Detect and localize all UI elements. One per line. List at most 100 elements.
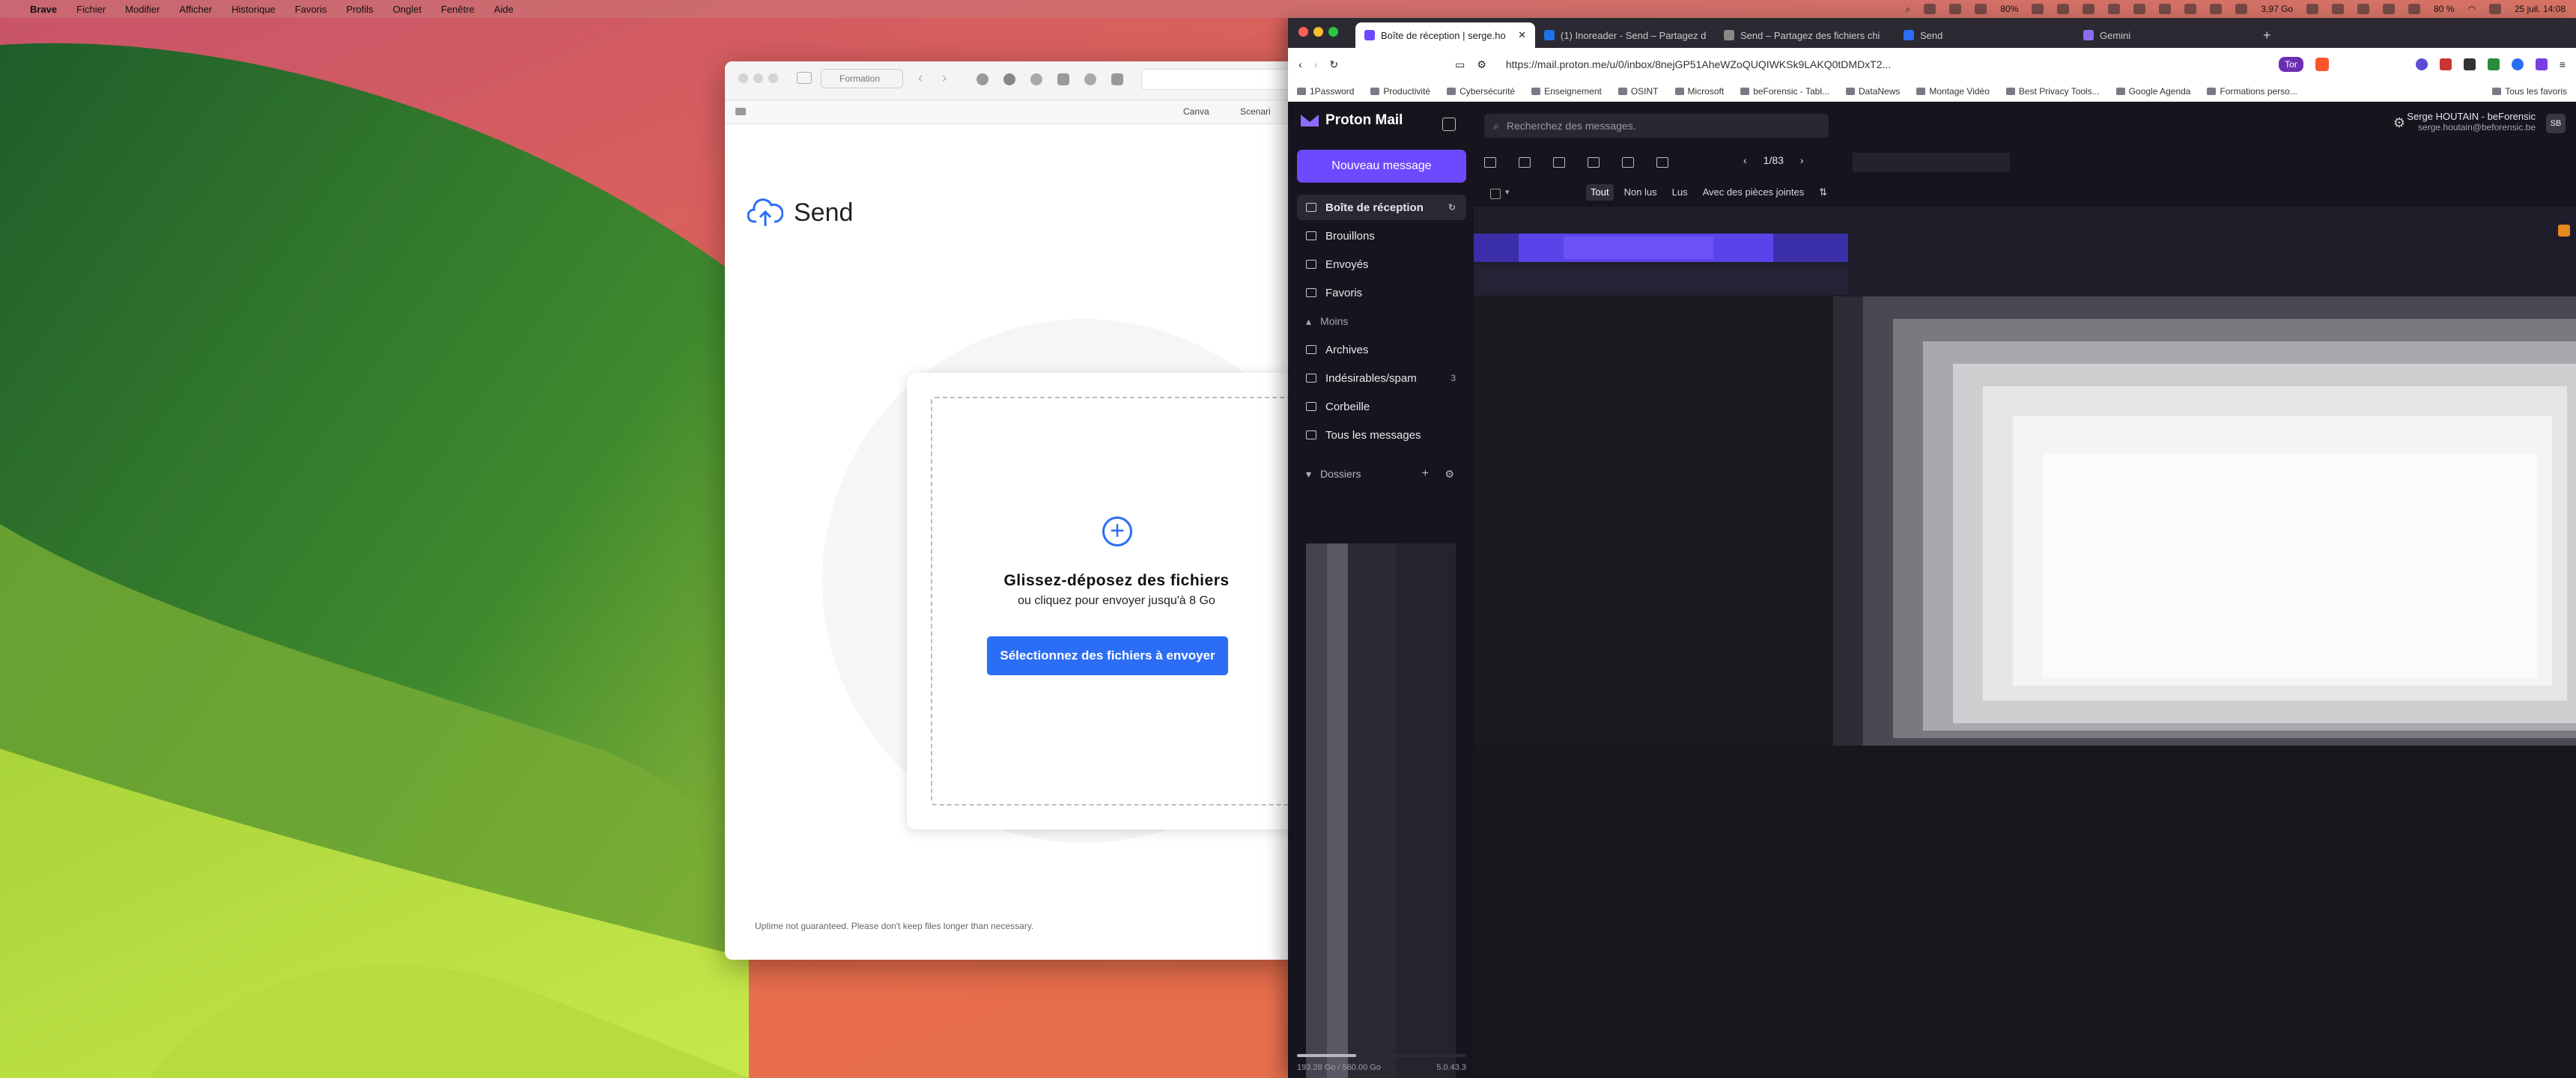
- search-input[interactable]: ⌕ Recherchez des messages.: [1484, 114, 1829, 138]
- address-field[interactable]: [1141, 69, 1294, 90]
- extension-icon[interactable]: [1111, 73, 1123, 85]
- menu-item-onglet[interactable]: Onglet: [393, 4, 422, 15]
- menu-item-historique[interactable]: Historique: [231, 4, 276, 15]
- close-tab-icon[interactable]: ✕: [1518, 29, 1526, 41]
- back-icon[interactable]: ‹: [918, 70, 923, 86]
- sort-icon[interactable]: ⇅: [1814, 184, 1832, 201]
- control-center-icon[interactable]: [2488, 4, 2501, 14]
- user-menu[interactable]: Serge HOUTAIN - beForensic serge.houtain…: [2407, 111, 2536, 133]
- menu-item-modifier[interactable]: Modifier: [125, 4, 160, 15]
- bookmark-folder[interactable]: Cybersécurité: [1447, 86, 1515, 97]
- battery-percent[interactable]: 80 %: [2434, 4, 2454, 14]
- sidebar-item-starred[interactable]: Favoris: [1297, 280, 1466, 305]
- extensions-icon[interactable]: [2487, 58, 2500, 70]
- archive-icon[interactable]: [1553, 157, 1565, 168]
- sidebar-item-less[interactable]: ▴ Moins: [1297, 308, 1466, 334]
- extension-icon[interactable]: [1084, 73, 1096, 85]
- next-page-icon[interactable]: ›: [1800, 154, 1804, 166]
- select-files-button[interactable]: Sélectionnez des fichiers à envoyer: [987, 636, 1228, 675]
- spam-icon[interactable]: [1588, 157, 1600, 168]
- url-field[interactable]: https://mail.proton.me/u/0/inbox/8nejGP5…: [1498, 52, 2267, 76]
- bookmark-1password[interactable]: 1Password: [1297, 86, 1354, 97]
- sidebar-item-inbox[interactable]: Boîte de réception ↻: [1297, 195, 1466, 220]
- menu-item-aide[interactable]: Aide: [494, 4, 514, 15]
- filter-unread[interactable]: Non lus: [1620, 184, 1662, 201]
- add-icon[interactable]: +: [1102, 517, 1132, 546]
- brave-shields-icon[interactable]: [2315, 58, 2329, 71]
- filter-attachments[interactable]: Avec des pièces jointes: [1698, 184, 1809, 201]
- mark-read-icon[interactable]: [1484, 157, 1496, 168]
- close-window-button[interactable]: [738, 73, 748, 83]
- forward-icon[interactable]: ›: [1314, 58, 1318, 70]
- tray-icon[interactable]: [2383, 4, 2396, 14]
- sidebar-item-sent[interactable]: Envoyés: [1297, 252, 1466, 277]
- tray-icon[interactable]: [2108, 4, 2121, 14]
- minimize-window-button[interactable]: [753, 73, 763, 83]
- send-logo[interactable]: Send: [747, 198, 853, 228]
- bookmark-folder[interactable]: Formations perso...: [2207, 86, 2297, 97]
- extension-icon[interactable]: [1003, 73, 1015, 85]
- tray-icon[interactable]: [2408, 4, 2421, 14]
- bookmark-privacy-tools[interactable]: Best Privacy Tools...: [2005, 86, 2100, 97]
- extension-icon[interactable]: [976, 73, 988, 85]
- tray-icon[interactable]: [2032, 4, 2044, 14]
- sidebar-toggle-icon[interactable]: [797, 72, 812, 84]
- tray-icon[interactable]: [2357, 4, 2370, 14]
- bookmark-folder[interactable]: Productivité: [1370, 86, 1430, 97]
- menu-item-fichier[interactable]: Fichier: [76, 4, 106, 15]
- chevron-down-icon[interactable]: ▾: [1505, 187, 1510, 197]
- notification-icon[interactable]: [2558, 225, 2570, 237]
- menu-item-favoris[interactable]: Favoris: [295, 4, 327, 15]
- memory-usage[interactable]: 3,97 Go: [2261, 4, 2293, 14]
- extensions-icon[interactable]: [2415, 58, 2428, 70]
- tab-proton-inbox[interactable]: Boîte de réception | serge.ho ✕: [1355, 22, 1535, 48]
- extension-icon[interactable]: [1030, 73, 1042, 85]
- spotlight-icon[interactable]: ⌕: [1906, 4, 1911, 15]
- tab-send-share[interactable]: Send – Partagez des fichiers chi: [1715, 22, 1895, 48]
- bookmark-folder[interactable]: Enseignement: [1531, 86, 1602, 97]
- label-icon[interactable]: [1656, 157, 1668, 168]
- site-settings-icon[interactable]: ⚙: [1477, 58, 1486, 71]
- menu-icon[interactable]: ≡: [2560, 58, 2566, 70]
- filter-read[interactable]: Lus: [1668, 184, 1692, 201]
- sidebar-item-all-mail[interactable]: Tous les messages: [1297, 422, 1466, 448]
- all-bookmarks[interactable]: Tous les favoris: [2492, 86, 2567, 97]
- bookmark-datanews[interactable]: DataNews: [1846, 86, 1900, 97]
- folders-header[interactable]: ▾ Dossiers + ⚙: [1297, 461, 1466, 487]
- sidebar-item-trash[interactable]: Corbeille: [1297, 394, 1466, 419]
- tray-icon[interactable]: [1949, 4, 1962, 14]
- avatar[interactable]: SB: [2546, 114, 2566, 133]
- new-tab-button[interactable]: +: [2254, 22, 2284, 48]
- bookmark-page-icon[interactable]: ▭: [1455, 58, 1465, 71]
- sidebar-icon[interactable]: [735, 108, 746, 115]
- sidebar-item-archive[interactable]: Archives: [1297, 337, 1466, 362]
- apps-grid-icon[interactable]: [1442, 118, 1456, 131]
- settings-gear-icon[interactable]: ⚙: [2393, 115, 2405, 131]
- proton-logo[interactable]: Proton Mail: [1300, 112, 1403, 129]
- trash-icon[interactable]: [1519, 157, 1531, 168]
- move-to-folder-icon[interactable]: [1622, 157, 1634, 168]
- tray-icon[interactable]: [2210, 4, 2223, 14]
- bookmark-folder[interactable]: Microsoft: [1674, 86, 1724, 97]
- tray-icon[interactable]: [2159, 4, 2172, 14]
- select-all-checkbox[interactable]: [1490, 189, 1501, 199]
- wifi-icon[interactable]: ◠: [2467, 4, 2475, 14]
- refresh-icon[interactable]: ↻: [1448, 202, 1456, 213]
- bookmark-folder[interactable]: OSINT: [1617, 86, 1659, 97]
- extensions-icon[interactable]: [2511, 58, 2524, 70]
- close-window-button[interactable]: [1298, 27, 1308, 37]
- forward-icon[interactable]: ›: [942, 70, 947, 86]
- tray-icon[interactable]: [1924, 4, 1936, 14]
- tray-icon[interactable]: [2332, 4, 2345, 14]
- tray-icon[interactable]: [2057, 4, 2070, 14]
- sidebar-item-spam[interactable]: Indésirables/spam 3: [1297, 365, 1466, 391]
- cpu-percent[interactable]: 80%: [2000, 4, 2018, 14]
- zoom-window-button[interactable]: [1328, 27, 1338, 37]
- tray-icon[interactable]: [2184, 4, 2197, 14]
- bookmark-folder[interactable]: Montage Vidéo: [1916, 86, 1990, 97]
- previous-page-icon[interactable]: ‹: [1743, 154, 1747, 166]
- tray-icon[interactable]: [2235, 4, 2248, 14]
- back-icon[interactable]: ‹: [1298, 58, 1302, 70]
- zoom-window-button[interactable]: [768, 73, 778, 83]
- tray-icon[interactable]: [1975, 4, 1987, 14]
